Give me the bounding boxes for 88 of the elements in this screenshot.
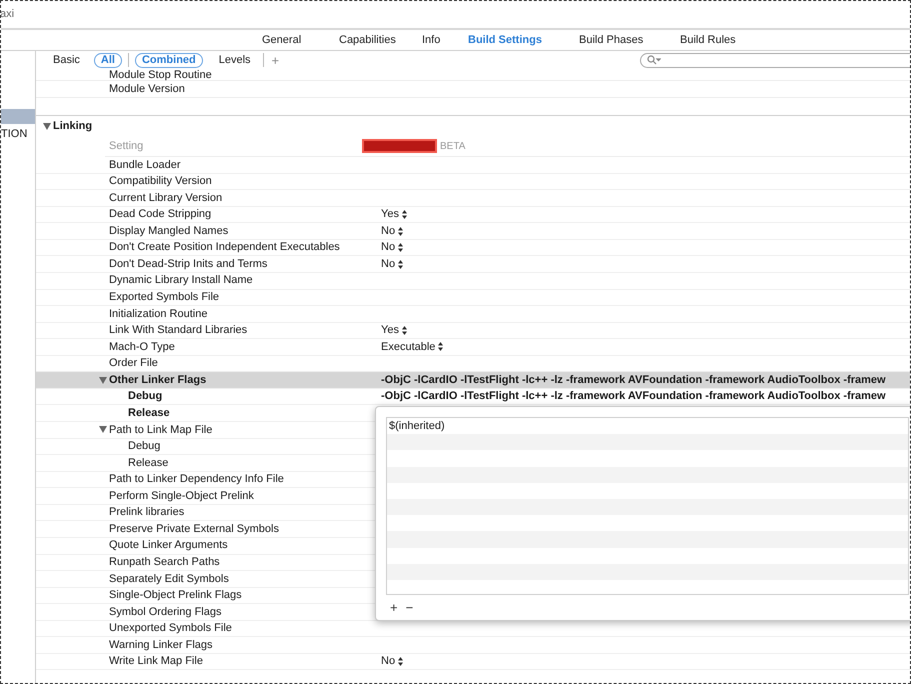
- setting-name: Module Stop Routine: [109, 68, 212, 80]
- setting-name: Don't Create Position Independent Executables: [109, 240, 340, 256]
- stepper-icon: [398, 243, 404, 252]
- setting-name: Preserve Private External Symbols: [109, 522, 279, 537]
- setting-name: Link With Standard Libraries: [109, 323, 248, 338]
- setting-row[interactable]: Exported Symbols File: [36, 290, 910, 306]
- setting-row[interactable]: Warning Linker Flags: [36, 637, 910, 654]
- disclosure-triangle-icon[interactable]: [99, 426, 107, 434]
- setting-name: Release: [128, 406, 170, 421]
- filter-button[interactable]: Basic: [47, 54, 86, 66]
- editor-button[interactable]: +: [390, 600, 398, 614]
- setting-name: Other Linker Flags: [109, 372, 206, 388]
- disclosure-triangle-icon[interactable]: [99, 376, 107, 384]
- stepper-icon: [402, 210, 407, 219]
- filter-button[interactable]: All: [94, 52, 122, 68]
- setting-row[interactable]: Don't Dead-Strip Inits and Terms No: [36, 256, 910, 273]
- stepper-icon: [398, 260, 404, 269]
- setting-row[interactable]: Other Linker Flags -ObjC -lCardIO -lTestFlight -lc++ -lz -framework AVFoundation -framework AudioToolbox -framew: [36, 372, 910, 389]
- setting-row[interactable]: Initialization Routine: [36, 306, 910, 323]
- stepper-icon: [402, 326, 407, 335]
- setting-name: Exported Symbols File: [109, 290, 220, 306]
- stepper-icon: [398, 226, 404, 236]
- value-popup[interactable]: No: [381, 256, 404, 272]
- setting-name: Warning Linker Flags: [109, 638, 213, 653]
- setting-name: Prelink libraries: [109, 505, 184, 520]
- filter-button[interactable]: Levels: [212, 54, 257, 66]
- setting-name: Separately Edit Symbols: [109, 572, 229, 587]
- setting-name: Current Library Version: [109, 190, 222, 206]
- setting-name: Quote Linker Arguments: [109, 538, 228, 554]
- search-icon: [647, 55, 661, 65]
- list-item[interactable]: $(inherited): [389, 418, 445, 434]
- setting-name: Perform Single-Object Prelink: [109, 488, 254, 504]
- setting-name: Don't Dead-Strip Inits and Terms: [109, 256, 268, 272]
- setting-row[interactable]: Don't Create Position Independent Executables No: [36, 240, 910, 256]
- setting-name: Display Mangled Names: [109, 224, 228, 239]
- setting-row[interactable]: Link With Standard Libraries Yes: [36, 322, 910, 340]
- tab[interactable]: General: [262, 32, 339, 48]
- value-popup[interactable]: Yes: [381, 322, 407, 339]
- setting-name: Release: [128, 456, 168, 471]
- value-popup[interactable]: No: [381, 239, 404, 256]
- setting-name: Bundle Loader: [109, 158, 181, 173]
- search-field[interactable]: [640, 52, 910, 68]
- stepper-icon: [438, 342, 444, 352]
- setting-name: Debug: [128, 389, 162, 404]
- editor-button[interactable]: −: [406, 600, 414, 614]
- setting-name: Dynamic Library Install Name: [109, 273, 253, 288]
- column-header: Setting: [108, 138, 144, 154]
- setting-row[interactable]: Dynamic Library Install Name: [36, 272, 910, 290]
- setting-row[interactable]: Compatibility Version: [36, 174, 910, 190]
- setting-name: Order File: [109, 356, 158, 372]
- setting-row[interactable]: Write Link Map File No: [36, 654, 910, 670]
- section-title[interactable]: Linking: [53, 118, 92, 134]
- tab[interactable]: Info: [422, 32, 468, 48]
- stepper-icon: [398, 657, 404, 666]
- setting-value: -ObjC -lCardIO -lTestFlight -lc++ -lz -framework AVFoundation -framework AudioToolbox -framew: [381, 372, 886, 388]
- tab[interactable]: Build Rules: [680, 32, 760, 48]
- setting-name: Compatibility Version: [109, 174, 212, 190]
- value-popup[interactable]: Yes: [381, 206, 407, 223]
- add-button[interactable]: +: [270, 54, 282, 66]
- setting-name: Dead Code Stripping: [109, 207, 212, 222]
- setting-name: Write Link Map File: [109, 654, 203, 670]
- setting-row[interactable]: Dead Code Stripping Yes: [36, 206, 910, 224]
- setting-name: Symbol Ordering Flags: [109, 604, 222, 620]
- setting-name: Initialization Routine: [109, 306, 208, 322]
- setting-name: Module Version: [109, 83, 185, 95]
- setting-name: Single-Object Prelink Flags: [109, 588, 242, 604]
- filter-button[interactable]: Combined: [134, 52, 203, 68]
- sidebar-item[interactable]: TION: [1, 127, 35, 142]
- value-popup[interactable]: No: [381, 222, 404, 240]
- setting-row[interactable]: Mach-O Type Executable: [36, 339, 910, 356]
- tab[interactable]: Build Phases: [579, 32, 680, 48]
- setting-name: Path to Link Map File: [109, 422, 212, 438]
- value-popup[interactable]: Executable: [381, 338, 444, 356]
- tab[interactable]: Capabilities: [339, 32, 422, 48]
- setting-row[interactable]: Display Mangled Names No: [36, 223, 910, 240]
- setting-name: Unexported Symbols File: [109, 621, 232, 636]
- value-popup[interactable]: No: [381, 653, 404, 670]
- setting-value: -ObjC -lCardIO -lTestFlight -lc++ -lz -framework AVFoundation -framework AudioToolbox -framew: [381, 389, 886, 404]
- setting-row[interactable]: Bundle Loader: [36, 157, 910, 174]
- disclosure-triangle-icon[interactable]: [43, 122, 51, 130]
- tab[interactable]: Build Settings: [468, 32, 579, 48]
- setting-row[interactable]: Current Library Version: [36, 190, 910, 207]
- setting-name: Mach-O Type: [109, 340, 175, 355]
- setting-name: Path to Linker Dependency Info File: [109, 472, 284, 488]
- beta-label: BETA: [440, 140, 466, 154]
- setting-row[interactable]: Debug -ObjC -lCardIO -lTestFlight -lc++ -lz -framework AVFoundation -framework AudioToolbox -framew: [36, 388, 910, 406]
- setting-name: Debug: [128, 439, 160, 454]
- setting-name: Runpath Search Paths: [109, 555, 220, 570]
